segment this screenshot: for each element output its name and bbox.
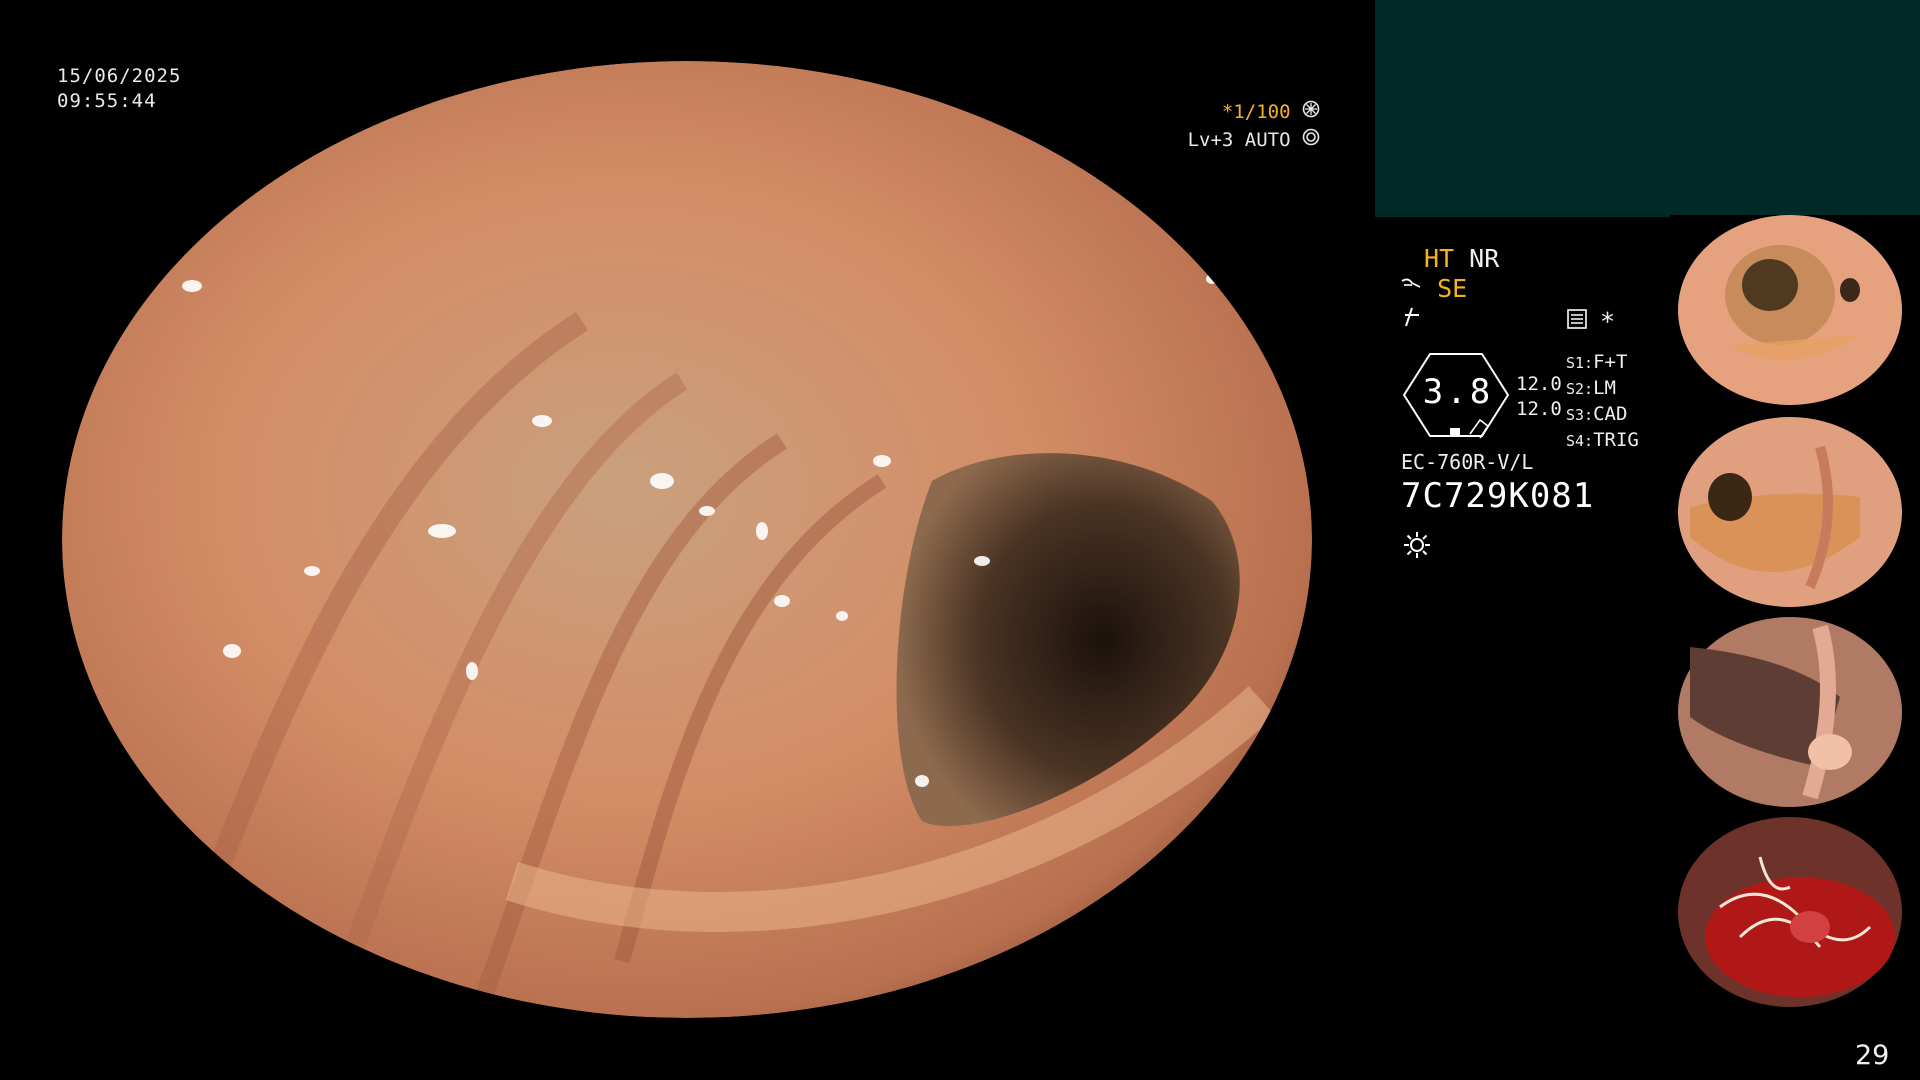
- info-panel-box: [1375, 0, 1920, 217]
- shutter-text: *1/100: [1221, 101, 1291, 123]
- status-row-2: SE: [1400, 273, 1467, 304]
- time-text: 09:55:44: [57, 90, 157, 112]
- settings-item: S1:F+T: [1566, 351, 1628, 373]
- filter-icon: [1402, 306, 1422, 332]
- nr-label: NR: [1469, 244, 1500, 273]
- light-icon: [1402, 530, 1432, 564]
- date-text: 15/06/2025: [57, 65, 182, 87]
- level-text: Lv+3 AUTO: [1187, 129, 1291, 151]
- datetime: 15/06/2025 09:55:44: [57, 64, 181, 114]
- settings-item: S3:CAD: [1566, 403, 1628, 425]
- settings-list: S1:F+T S2:LM S3:CAD S4:TRIG: [1566, 350, 1639, 454]
- thumbnail-1[interactable]: [1670, 215, 1920, 405]
- page-number: 29: [1855, 1040, 1890, 1071]
- shutter-icon: [1302, 100, 1320, 123]
- settings-item: S2:LM: [1566, 377, 1616, 399]
- scope-serial: 7C729K081: [1401, 476, 1595, 516]
- gauge-value: 3.8: [1422, 372, 1494, 412]
- settings-item: S4:TRIG: [1566, 429, 1639, 451]
- settings-doc-icon: [1566, 308, 1588, 334]
- gauge-bottom-value: 12.0: [1516, 398, 1562, 420]
- asterisk-label: *: [1600, 307, 1616, 336]
- ht-label: HT: [1424, 244, 1455, 273]
- gauge-top-value: 12.0: [1516, 373, 1562, 395]
- gauge-side-values: 12.0 12.0: [1516, 372, 1562, 422]
- auto-icon: [1302, 128, 1320, 151]
- thumbnail-3[interactable]: [1670, 617, 1920, 807]
- endoscopic-image: [62, 61, 1312, 1018]
- scope-model: EC-760R-V/L: [1401, 450, 1534, 474]
- se-label: SE: [1437, 274, 1468, 303]
- exposure-overlay: *1/100 Lv+3 AUTO: [1188, 98, 1320, 154]
- thumbnail-4[interactable]: [1670, 817, 1920, 1007]
- endoscopic-view: [62, 61, 1312, 1018]
- status-row-1: HT NR: [1424, 243, 1499, 274]
- thumbnail-2[interactable]: [1670, 417, 1920, 607]
- scope-bend-icon: [1400, 274, 1437, 303]
